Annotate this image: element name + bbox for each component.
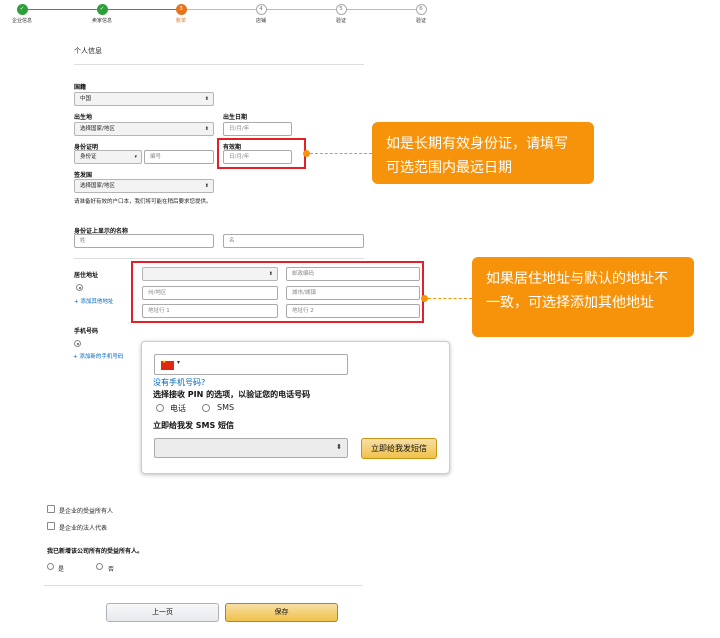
callout-expiry-tip: 如是长期有效身份证，请填写可选范围内最远日期: [372, 122, 594, 184]
add-phone-link[interactable]: + 添加新的手机号码: [73, 352, 123, 360]
beneficial-owner-label: 是企业的受益所有人: [59, 508, 114, 515]
answer-yes-radio[interactable]: [47, 563, 54, 570]
province-input[interactable]: 州/地区: [142, 286, 278, 300]
no-phone-link[interactable]: 没有手机号码?: [153, 377, 205, 388]
pin-option-title: 选择接收 PIN 的选项，以验证您的电话号码: [153, 390, 311, 399]
address-country-select[interactable]: ⬍: [142, 267, 278, 281]
divider: [44, 585, 362, 586]
section-title: 个人信息: [74, 47, 102, 55]
dropdown-arrow-icon: ⬍: [268, 271, 273, 277]
answer-no-label: 否: [108, 566, 115, 573]
callout-connector-line: [428, 298, 472, 299]
id-type-select[interactable]: 身份证 ▾: [74, 150, 142, 164]
birthplace-select[interactable]: 选择国家/地区 ⬍: [74, 122, 214, 136]
birthplace-label: 出生地: [74, 114, 93, 121]
last-name-input[interactable]: 姓: [74, 234, 214, 248]
first-name-input[interactable]: 名: [223, 234, 364, 248]
option-sms-radio[interactable]: [202, 404, 210, 412]
address-label: 居住地址: [74, 272, 99, 279]
dropdown-arrow-icon: ⬍: [204, 183, 209, 189]
beneficial-owner-checkbox[interactable]: [47, 505, 55, 513]
nationality-label: 国籍: [74, 84, 87, 91]
issuing-country-label: 签发国: [74, 172, 93, 179]
postal-code-input[interactable]: 邮政编码: [286, 267, 420, 281]
prev-page-button[interactable]: 上一页: [106, 603, 219, 622]
dropdown-arrow-icon: ⬍: [204, 96, 209, 102]
save-button[interactable]: 保存: [225, 603, 338, 622]
progress-step-6: 6 验证: [415, 4, 427, 24]
birthdate-input[interactable]: 日/月/年: [223, 122, 292, 136]
city-input[interactable]: 城市/城镇: [286, 286, 420, 300]
option-sms-label[interactable]: SMS: [217, 403, 234, 412]
address-radio-default[interactable]: [76, 284, 83, 291]
dropdown-arrow-icon: ⬍: [336, 443, 342, 451]
answer-no-radio[interactable]: [96, 563, 103, 570]
check-icon: ✓: [16, 4, 28, 15]
phone-radio-default[interactable]: [74, 340, 81, 347]
add-address-link[interactable]: + 添加其他地址: [74, 297, 113, 305]
callout-address-tip: 如果居住地址与默认的地址不一致，可选择添加其他地址: [472, 257, 694, 337]
divider: [74, 258, 364, 259]
answer-yes-label: 是: [58, 566, 65, 573]
address-line1-input[interactable]: 地址行 1: [142, 304, 278, 318]
legal-rep-checkbox[interactable]: [47, 522, 55, 530]
birthdate-label: 出生日期: [223, 114, 248, 121]
sms-title: 立即给我发 SMS 短信: [153, 421, 235, 430]
beneficial-question: 我已新增该公司所有的受益所有人。: [47, 548, 144, 555]
progress-step-5: 5 验证: [335, 4, 347, 24]
callout-connector-dot: [421, 295, 428, 302]
chevron-down-icon: ▾: [134, 154, 137, 160]
dropdown-arrow-icon: ⬍: [204, 126, 209, 132]
progress-step-2: ✓ 卖家信息: [91, 4, 112, 24]
issuing-country-select[interactable]: 选择国家/地区 ⬍: [74, 179, 214, 193]
nationality-select[interactable]: 中国 ⬍: [74, 92, 214, 106]
china-flag-icon[interactable]: [161, 359, 174, 370]
hukou-note: 请准备好有效的户口本，我们将可能在稍后要求您提供。: [74, 199, 212, 205]
phone-verification-popup: ▾ 没有手机号码? 选择接收 PIN 的选项，以验证您的电话号码 电话 SMS …: [141, 341, 450, 474]
chevron-down-icon[interactable]: ▾: [177, 359, 180, 366]
phone-number-input[interactable]: ▾: [154, 354, 348, 375]
check-icon: ✓: [96, 4, 108, 15]
option-call-radio[interactable]: [156, 404, 164, 412]
progress-step-1: ✓ 企业信息: [11, 4, 32, 24]
phone-label: 手机号码: [74, 328, 99, 335]
legal-rep-label: 是企业的法人代表: [59, 525, 108, 532]
sms-language-select[interactable]: ⬍: [154, 438, 348, 458]
option-call-label[interactable]: 电话: [170, 403, 186, 414]
callout-connector-dot: [303, 150, 310, 157]
expiry-input[interactable]: 日/月/年: [223, 150, 292, 164]
divider: [74, 64, 364, 65]
callout-connector-line: [310, 153, 372, 154]
address-line2-input[interactable]: 地址行 2: [286, 304, 420, 318]
send-sms-button[interactable]: 立即给我发短信: [361, 438, 437, 459]
progress-step-4: 4 店铺: [255, 4, 267, 24]
progress-step-3: 3 账单: [175, 4, 187, 24]
id-number-input[interactable]: 编号: [144, 150, 214, 164]
